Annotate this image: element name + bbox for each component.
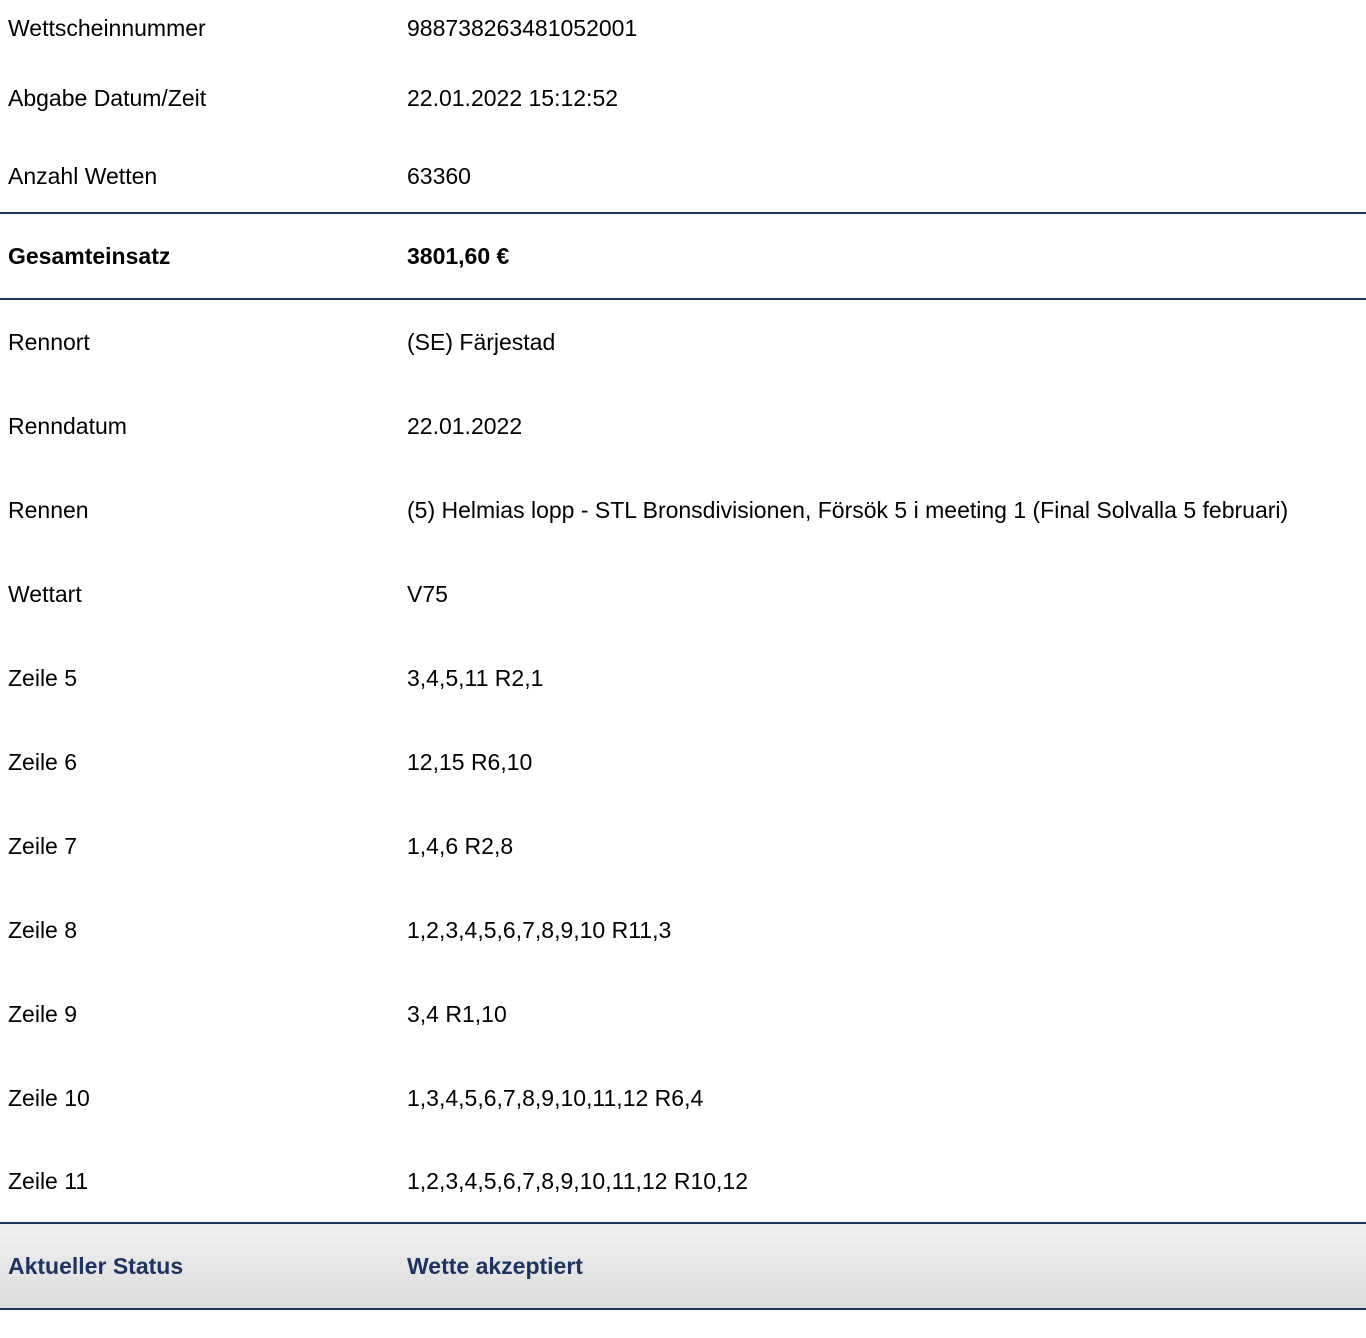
- row-value: V75: [407, 581, 448, 607]
- info-row-ticket-number: Wettscheinnummer 988738263481052001: [0, 0, 1366, 56]
- detail-row-line-8: Zeile 8 1,2,3,4,5,6,7,8,9,10 R11,3: [0, 888, 1366, 972]
- row-value: 22.01.2022 15:12:52: [407, 85, 619, 111]
- row-label: Zeile 11: [8, 1168, 89, 1194]
- row-value: 988738263481052001: [407, 15, 638, 41]
- status-value: Wette akzeptiert: [407, 1253, 583, 1279]
- status-section: Aktueller Status Wette akzeptiert: [0, 1222, 1366, 1310]
- row-value: 22.01.2022: [407, 413, 523, 439]
- row-label: Zeile 9: [8, 1001, 78, 1027]
- detail-row-line-5: Zeile 5 3,4,5,11 R2,1: [0, 636, 1366, 720]
- row-label: Zeile 6: [8, 749, 78, 775]
- detail-row-race-location: Rennort (SE) Färjestad: [0, 300, 1366, 384]
- detail-row-line-6: Zeile 6 12,15 R6,10: [0, 720, 1366, 804]
- row-value: 1,4,6 R2,8: [407, 833, 514, 859]
- row-value: 1,2,3,4,5,6,7,8,9,10,11,12 R10,12: [407, 1168, 749, 1194]
- row-value: (5) Helmias lopp - STL Bronsdivisionen, …: [407, 497, 1289, 523]
- row-label: Wettscheinnummer: [8, 15, 206, 41]
- row-value: 3,4,5,11 R2,1: [407, 665, 544, 691]
- detail-row-line-7: Zeile 7 1,4,6 R2,8: [0, 804, 1366, 888]
- row-label: Abgabe Datum/Zeit: [8, 85, 207, 111]
- row-value: 1,3,4,5,6,7,8,9,10,11,12 R6,4: [407, 1085, 704, 1111]
- row-label: Wettart: [8, 581, 82, 607]
- row-label: Zeile 7: [8, 833, 78, 859]
- total-stake-row: Gesamteinsatz 3801,60 €: [0, 214, 1366, 298]
- info-row-bet-count: Anzahl Wetten 63360: [0, 140, 1366, 212]
- bet-details-table: Wettscheinnummer 988738263481052001 Abga…: [0, 0, 1366, 1310]
- detail-row-line-9: Zeile 9 3,4 R1,10: [0, 972, 1366, 1056]
- detail-row-line-10: Zeile 10 1,3,4,5,6,7,8,9,10,11,12 R6,4: [0, 1056, 1366, 1140]
- row-label: Zeile 5: [8, 665, 78, 691]
- status-row: Aktueller Status Wette akzeptiert: [0, 1224, 1366, 1308]
- row-label: Renndatum: [8, 413, 127, 439]
- row-label: Zeile 8: [8, 917, 78, 943]
- row-label: Zeile 10: [8, 1085, 90, 1111]
- row-value: 1,2,3,4,5,6,7,8,9,10 R11,3: [407, 917, 672, 943]
- row-value: (SE) Färjestad: [407, 329, 556, 355]
- row-label: Rennort: [8, 329, 90, 355]
- row-value: 12,15 R6,10: [407, 749, 533, 775]
- detail-row-line-11: Zeile 11 1,2,3,4,5,6,7,8,9,10,11,12 R10,…: [0, 1140, 1366, 1222]
- status-label: Aktueller Status: [8, 1253, 184, 1279]
- row-label: Rennen: [8, 497, 89, 523]
- detail-row-race: Rennen (5) Helmias lopp - STL Bronsdivis…: [0, 468, 1366, 552]
- detail-row-bet-type: Wettart V75: [0, 552, 1366, 636]
- total-stake-label: Gesamteinsatz: [8, 243, 171, 269]
- info-row-submission-datetime: Abgabe Datum/Zeit 22.01.2022 15:12:52: [0, 56, 1366, 140]
- row-label: Anzahl Wetten: [8, 163, 158, 189]
- total-stake-value: 3801,60 €: [407, 243, 510, 269]
- row-value: 63360: [407, 163, 471, 189]
- row-value: 3,4 R1,10: [407, 1001, 507, 1027]
- detail-row-race-date: Renndatum 22.01.2022: [0, 384, 1366, 468]
